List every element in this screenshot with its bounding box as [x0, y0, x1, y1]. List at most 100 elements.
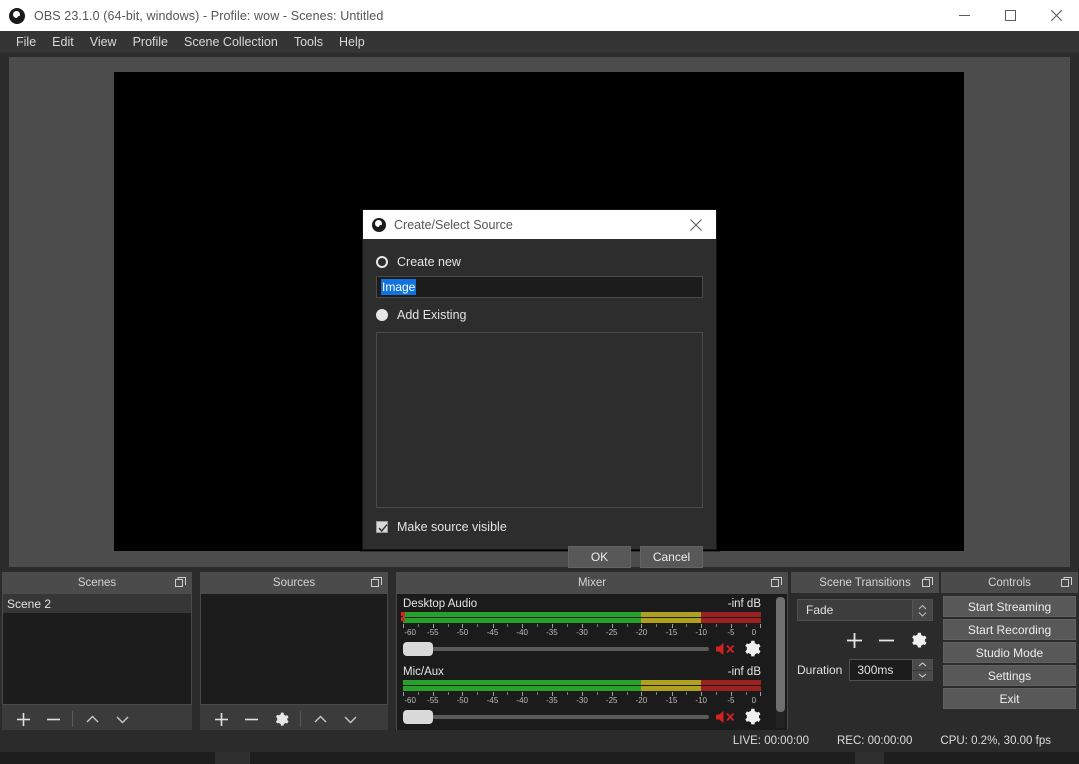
transition-buttons: [797, 627, 933, 653]
studio-mode-button[interactable]: Studio Mode: [943, 642, 1076, 663]
scene-transitions-dock: Scene Transitions Fade Duration 300ms: [791, 572, 939, 732]
float-dock-icon[interactable]: [922, 577, 933, 588]
sources-dock-title-label: Sources: [272, 576, 316, 589]
list-item[interactable]: Scene 2: [3, 594, 191, 613]
transition-select-value: Fade: [806, 603, 834, 617]
start-recording-button[interactable]: Start Recording: [943, 619, 1076, 640]
scenes-list[interactable]: Scene 2: [2, 593, 192, 705]
audio-settings-gear-icon[interactable]: [743, 708, 761, 726]
make-source-visible-checkbox[interactable]: Make source visible: [376, 520, 703, 534]
cancel-button[interactable]: Cancel: [640, 546, 703, 568]
create-select-source-dialog: Create/Select Source Create new Image Ad…: [362, 209, 717, 568]
toolbar-divider: [300, 711, 301, 727]
transitions-body: Fade Duration 300ms: [791, 593, 939, 681]
transition-properties-button[interactable]: [903, 627, 933, 653]
meter-scale: -60 -55 -50 -45 -40 -35 -30 -25 -20 -15 …: [403, 692, 761, 705]
toolbar-divider: [72, 711, 73, 727]
source-name-value: Image: [381, 279, 417, 295]
add-source-button[interactable]: [206, 706, 236, 732]
scene-item-label: Scene 2: [7, 596, 52, 611]
mute-icon[interactable]: [715, 641, 737, 657]
volume-slider-handle[interactable]: [403, 710, 433, 724]
remove-source-button[interactable]: [236, 706, 266, 732]
menu-item-profile[interactable]: Profile: [125, 32, 176, 52]
menu-item-tools[interactable]: Tools: [286, 32, 331, 52]
cpu-fps: CPU: 0.2%, 30.00 fps: [940, 735, 1051, 747]
duration-spinner[interactable]: [912, 660, 932, 680]
float-dock-icon[interactable]: [175, 577, 186, 588]
menu-item-scene-collection[interactable]: Scene Collection: [176, 32, 286, 52]
move-scene-down-button[interactable]: [107, 706, 137, 732]
exit-button[interactable]: Exit: [943, 688, 1076, 709]
remove-scene-button[interactable]: [38, 706, 68, 732]
duration-label: Duration: [797, 663, 843, 677]
mixer-dock-title: Mixer: [396, 572, 788, 593]
obs-logo-icon: [372, 217, 386, 232]
create-new-radio[interactable]: Create new: [376, 252, 703, 272]
remove-transition-button[interactable]: [871, 627, 901, 653]
duration-decrement-button[interactable]: [912, 669, 932, 680]
move-source-up-button[interactable]: [305, 706, 335, 732]
audio-settings-gear-icon[interactable]: [743, 640, 761, 658]
menu-item-help[interactable]: Help: [331, 32, 373, 52]
float-dock-icon[interactable]: [771, 577, 782, 588]
menu-item-edit[interactable]: Edit: [44, 32, 82, 52]
add-existing-radio[interactable]: Add Existing: [376, 305, 703, 325]
transitions-dock-title-label: Scene Transitions: [819, 576, 911, 589]
mixer-channel-level: -inf dB: [727, 666, 761, 678]
transition-select[interactable]: Fade: [797, 599, 933, 621]
volume-meter: -60 -55 -50 -45 -40 -35 -30 -25 -20 -15 …: [403, 680, 761, 705]
start-streaming-button[interactable]: Start Streaming: [943, 596, 1076, 617]
statusbar: LIVE: 00:00:00 REC: 00:00:00 CPU: 0.2%, …: [0, 730, 1079, 752]
mixer-channel-name: Desktop Audio: [403, 598, 478, 610]
sources-dock-title: Sources: [200, 572, 388, 593]
existing-sources-list[interactable]: [376, 332, 703, 508]
close-icon[interactable]: [676, 210, 716, 239]
scenes-dock: Scenes Scene 2: [2, 572, 192, 733]
meter-scale: -60 -55 -50 -45 -40 -35 -30 -25 -20 -15 …: [403, 624, 761, 637]
volume-slider-row: [403, 640, 761, 658]
settings-button[interactable]: Settings: [943, 665, 1076, 686]
controls-dock-title-label: Controls: [988, 576, 1031, 589]
menubar: File Edit View Profile Scene Collection …: [0, 31, 1079, 53]
scenes-toolbar: [2, 705, 192, 733]
make-source-visible-label: Make source visible: [397, 520, 507, 534]
volume-slider[interactable]: [403, 642, 709, 656]
ok-button[interactable]: OK: [568, 546, 631, 568]
mixer-scrollbar[interactable]: [776, 597, 785, 728]
minimize-icon[interactable]: [941, 0, 987, 31]
duration-input[interactable]: 300ms: [849, 659, 933, 681]
volume-slider[interactable]: [403, 710, 709, 724]
peak-indicator: [401, 612, 405, 622]
add-transition-button[interactable]: [839, 627, 869, 653]
float-dock-icon[interactable]: [1061, 577, 1072, 588]
radio-unselected-icon: [376, 309, 388, 321]
volume-meter: -60 -55 -50 -45 -40 -35 -30 -25 -20 -15 …: [401, 612, 761, 637]
volume-slider-handle[interactable]: [403, 642, 433, 656]
maximize-icon[interactable]: [987, 0, 1033, 31]
mixer-channel-mic-aux: Mic/Aux -inf dB -60 -55 -50 -45 -40 -35 …: [397, 662, 787, 728]
move-scene-up-button[interactable]: [77, 706, 107, 732]
mute-icon[interactable]: [715, 709, 737, 725]
move-source-down-button[interactable]: [335, 706, 365, 732]
float-dock-icon[interactable]: [371, 577, 382, 588]
controls-body: Start Streaming Start Recording Studio M…: [941, 593, 1078, 709]
menu-item-view[interactable]: View: [82, 32, 125, 52]
sources-toolbar: [200, 705, 388, 733]
duration-row: Duration 300ms: [797, 659, 933, 681]
transition-select-spinner[interactable]: [912, 600, 932, 620]
mixer-dock-title-label: Mixer: [577, 576, 607, 589]
sources-list[interactable]: [200, 593, 388, 705]
add-scene-button[interactable]: [8, 706, 38, 732]
duration-value: 300ms: [857, 663, 894, 677]
sources-dock: Sources: [200, 572, 388, 733]
close-icon[interactable]: [1033, 0, 1079, 31]
source-properties-button[interactable]: [266, 706, 296, 732]
menu-item-file[interactable]: File: [8, 32, 44, 52]
mixer-dock: Mixer Desktop Audio -inf dB -60 -55 -50 …: [396, 572, 788, 732]
duration-increment-button[interactable]: [912, 660, 932, 670]
dialog-title: Create/Select Source: [394, 217, 513, 232]
mixer-channel-level: -inf dB: [727, 598, 761, 610]
mixer-scrollbar-thumb[interactable]: [776, 597, 785, 712]
source-name-input[interactable]: Image: [376, 276, 703, 298]
